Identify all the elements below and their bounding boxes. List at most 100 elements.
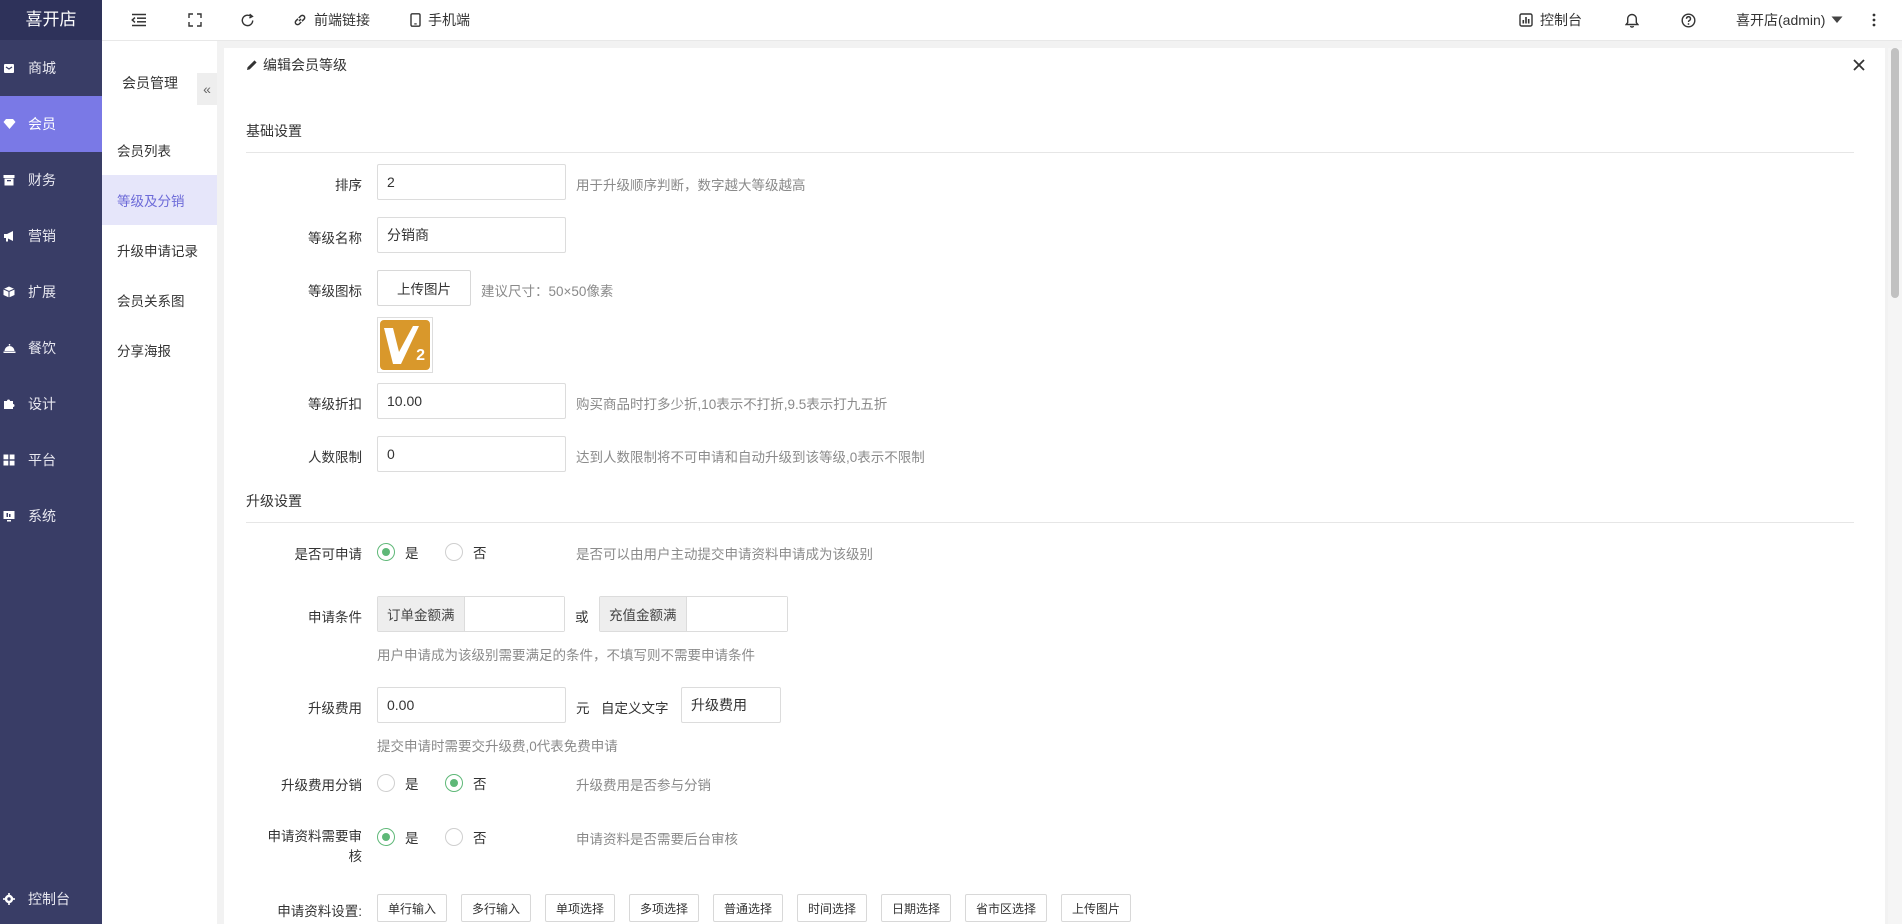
subnav-item-relation-graph[interactable]: 会员关系图 xyxy=(102,275,217,325)
mobile-button[interactable]: 手机端 xyxy=(410,0,470,40)
can-apply-hint: 是否可以由用户主动提交申请资料申请成为该级别 xyxy=(576,547,873,562)
field-type-upload-image[interactable]: 上传图片 xyxy=(1061,894,1131,922)
indent-icon xyxy=(131,13,146,27)
section-basic: 基础设置 xyxy=(246,123,302,139)
upload-icon-button[interactable]: 上传图片 xyxy=(377,270,471,306)
discount-label: 等级折扣 xyxy=(308,397,362,412)
section-divider xyxy=(246,152,1854,153)
need-review-yes-radio[interactable]: 是 xyxy=(377,827,419,847)
subnav-title: 会员管理 « xyxy=(102,41,217,125)
nav-item-extension[interactable]: 扩展 xyxy=(0,264,102,320)
subnav-item-share-poster[interactable]: 分享海报 xyxy=(102,325,217,375)
fullscreen-icon xyxy=(188,13,202,27)
app-logo: 喜开店 xyxy=(0,0,102,40)
cloche-icon xyxy=(2,341,16,355)
console-button[interactable]: 控制台 xyxy=(1519,0,1582,40)
upgrade-fee-hint: 提交申请时需要交升级费,0代表免费申请 xyxy=(377,739,618,754)
user-menu[interactable]: 喜开店(admin) xyxy=(1736,0,1843,40)
more-button[interactable] xyxy=(1872,0,1876,40)
subnav-item-upgrade-records[interactable]: 升级申请记录 xyxy=(102,225,217,275)
can-apply-yes-radio[interactable]: 是 xyxy=(377,542,419,562)
fee-distribution-label: 升级费用分销 xyxy=(281,778,362,793)
level-name-input[interactable]: 分销商 xyxy=(377,217,566,253)
nav-item-console[interactable]: 控制台 xyxy=(0,874,104,924)
radio-circle xyxy=(377,543,395,561)
can-apply-label: 是否可申请 xyxy=(294,547,363,562)
nav-item-marketing[interactable]: 营销 xyxy=(0,208,102,264)
upgrade-fee-unit: 元 xyxy=(576,701,590,716)
sub-navigation: 会员管理 « 会员列表 等级及分销 升级申请记录 会员关系图 分享海报 xyxy=(102,41,217,924)
level-name-label: 等级名称 xyxy=(308,231,362,246)
recharge-amount-prefix: 充值金额满 xyxy=(600,597,687,631)
nav-item-member[interactable]: 会员 xyxy=(0,96,102,152)
recharge-amount-field[interactable] xyxy=(686,597,787,631)
level-badge-number: 2 xyxy=(416,347,425,364)
nav-item-mall[interactable]: 商城 xyxy=(0,40,102,96)
field-type-region[interactable]: 省市区选择 xyxy=(965,894,1047,922)
section-divider xyxy=(246,522,1854,523)
monitor-icon xyxy=(2,509,16,523)
archive-icon xyxy=(2,173,16,187)
diamond-icon xyxy=(2,117,16,131)
grid-icon xyxy=(2,453,16,467)
sort-hint: 用于升级顺序判断，数字越大等级越高 xyxy=(576,178,806,193)
megaphone-icon xyxy=(2,229,16,243)
order-amount-field[interactable] xyxy=(464,597,564,631)
level-icon-label: 等级图标 xyxy=(308,284,362,299)
upgrade-fee-input[interactable]: 0.00 xyxy=(377,687,566,723)
close-icon[interactable] xyxy=(1851,57,1867,73)
fee-distribution-hint: 升级费用是否参与分销 xyxy=(576,778,711,793)
vertical-scrollbar[interactable] xyxy=(1888,48,1902,924)
sort-input[interactable]: 2 xyxy=(377,164,566,200)
radio-circle xyxy=(445,828,463,846)
toggle-menu-button[interactable] xyxy=(131,0,147,40)
discount-input[interactable]: 10.00 xyxy=(377,383,566,419)
help-button[interactable] xyxy=(1681,0,1696,40)
nav-item-platform[interactable]: 平台 xyxy=(0,432,102,488)
scrollbar-thumb[interactable] xyxy=(1891,48,1899,298)
fullscreen-button[interactable] xyxy=(188,0,202,40)
radio-circle xyxy=(445,543,463,561)
level-icon-preview[interactable]: 2 xyxy=(377,317,433,373)
field-type-select[interactable]: 普通选择 xyxy=(713,894,783,922)
subnav-item-member-list[interactable]: 会员列表 xyxy=(102,125,217,175)
field-type-single-choice[interactable]: 单项选择 xyxy=(545,894,615,922)
pencil-icon xyxy=(247,60,257,70)
bell-icon xyxy=(1625,13,1639,28)
need-review-no-radio[interactable]: 否 xyxy=(445,827,487,847)
radio-circle xyxy=(445,774,463,792)
field-type-date[interactable]: 日期选择 xyxy=(881,894,951,922)
nav-item-catering[interactable]: 餐饮 xyxy=(0,320,102,376)
field-type-multi-choice[interactable]: 多项选择 xyxy=(629,894,699,922)
order-amount-input[interactable]: 订单金额满 xyxy=(377,596,565,632)
can-apply-no-radio[interactable]: 否 xyxy=(445,542,487,562)
fee-distribution-no-radio[interactable]: 否 xyxy=(445,773,487,793)
nav-item-design[interactable]: 设计 xyxy=(0,376,102,432)
notification-button[interactable] xyxy=(1625,0,1639,40)
dashboard-icon xyxy=(1519,13,1533,27)
link-icon xyxy=(294,14,306,26)
top-bar: 前端链接 手机端 控制台 喜开店(admin) xyxy=(102,0,1902,41)
subnav-item-levels[interactable]: 等级及分销 xyxy=(102,175,217,225)
refresh-button[interactable] xyxy=(240,0,255,40)
nav-item-finance[interactable]: 财务 xyxy=(0,152,102,208)
sort-label: 排序 xyxy=(335,178,362,193)
people-limit-input[interactable]: 0 xyxy=(377,436,566,472)
field-type-multi-line[interactable]: 多行输入 xyxy=(461,894,531,922)
left-navigation: 喜开店 商城 会员 财务 营销 扩展 餐饮 设计 平台 系统 控制台 xyxy=(0,0,102,924)
apply-fields-label: 申请资料设置: xyxy=(277,904,362,919)
apply-condition-label: 申请条件 xyxy=(308,610,362,625)
radio-circle xyxy=(377,774,395,792)
fee-distribution-yes-radio[interactable]: 是 xyxy=(377,773,419,793)
cube-icon xyxy=(2,285,16,299)
gear-icon xyxy=(2,892,16,906)
frontend-link-button[interactable]: 前端链接 xyxy=(293,0,370,40)
field-type-time[interactable]: 时间选择 xyxy=(797,894,867,922)
apply-condition-hint: 用户申请成为该级别需要满足的条件，不填写则不需要申请条件 xyxy=(377,648,755,663)
recharge-amount-input[interactable]: 充值金额满 xyxy=(599,596,788,632)
level-badge-image: 2 xyxy=(380,320,430,370)
collapse-subnav-button[interactable]: « xyxy=(197,73,217,105)
custom-text-input[interactable]: 升级费用 xyxy=(681,687,781,723)
field-type-single-line[interactable]: 单行输入 xyxy=(377,894,447,922)
nav-item-system[interactable]: 系统 xyxy=(0,488,102,544)
